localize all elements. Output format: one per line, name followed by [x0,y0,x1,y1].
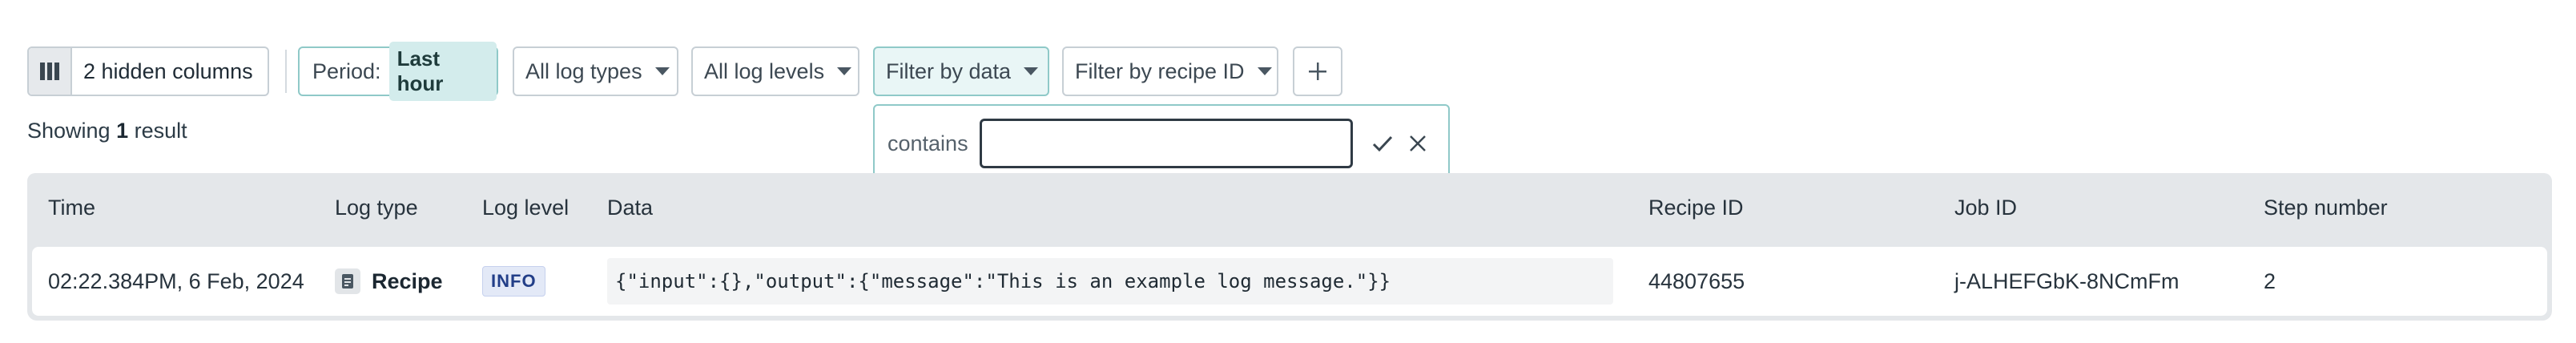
close-icon [1409,135,1426,151]
period-filter[interactable]: Period: Last hour [298,42,498,101]
add-filter-button[interactable] [1293,46,1342,96]
operator-label: contains [888,131,968,155]
cell-log-type: Recipe [335,247,443,316]
toolbar-divider [285,50,287,93]
table-row[interactable]: 02:22.384PM, 6 Feb, 2024 Recipe INFO {"i… [32,247,2547,316]
period-value: Last hour [388,42,497,101]
log-levels-label: All log levels [704,59,825,83]
filter-data-input[interactable] [979,119,1353,168]
cell-job-id[interactable]: j-ALHEFGbK-8NCmFm [1954,247,2180,316]
table-row-container: 02:22.384PM, 6 Feb, 2024 Recipe INFO {"i… [27,242,2552,321]
hidden-columns-button[interactable]: 2 hidden columns [27,46,269,96]
result-count: Showing 1 result [27,119,187,143]
hidden-columns-label: 2 hidden columns [83,59,253,83]
period-prefix: Period: [312,59,381,83]
check-icon [1372,135,1392,152]
column-header-job-id[interactable]: Job ID [1954,173,2017,242]
column-header-step-number[interactable]: Step number [2264,173,2388,242]
document-icon [335,268,360,294]
cell-time: 02:22.384PM, 6 Feb, 2024 [48,268,304,293]
columns-icon [29,48,72,95]
cell-log-level: INFO [482,247,545,316]
caret-down-icon [1257,67,1272,75]
column-header-log-type[interactable]: Log type [335,173,418,242]
filter-by-data-label: Filter by data [886,59,1012,83]
column-header-data[interactable]: Data [607,173,653,242]
filter-by-recipe-dropdown[interactable]: Filter by recipe ID [1062,46,1278,96]
log-data-json: {"input":{},"output":{"message":"This is… [607,258,1613,305]
log-type-label: Recipe [372,268,443,293]
result-count-value: 1 [116,119,129,143]
column-header-log-level[interactable]: Log level [482,173,569,242]
log-level-badge: INFO [482,266,545,297]
confirm-filter-button[interactable] [1371,127,1395,159]
log-types-dropdown[interactable]: All log types [513,46,678,96]
logs-table: Time Log type Log level Data Recipe ID J… [27,173,2552,321]
log-levels-dropdown[interactable]: All log levels [691,46,859,96]
table-header: Time Log type Log level Data Recipe ID J… [27,173,2552,242]
showing-prefix: Showing [27,119,111,143]
plus-icon [1309,63,1326,80]
column-header-recipe-id[interactable]: Recipe ID [1648,173,1744,242]
cell-data: {"input":{},"output":{"message":"This is… [607,247,1613,316]
caret-down-icon [837,67,852,75]
column-header-time[interactable]: Time [48,173,95,242]
caret-down-icon [1024,67,1039,75]
filter-by-data-dropdown[interactable]: Filter by data [873,46,1049,96]
clear-filter-button[interactable] [1406,127,1430,159]
log-types-label: All log types [525,59,642,83]
cell-step-number: 2 [2264,268,2276,293]
cell-recipe-id[interactable]: 44807655 [1648,247,1745,316]
caret-down-icon [654,67,670,75]
filter-by-recipe-label: Filter by recipe ID [1075,59,1245,83]
filter-data-popover: contains [873,104,1450,183]
showing-suffix: result [134,119,187,143]
